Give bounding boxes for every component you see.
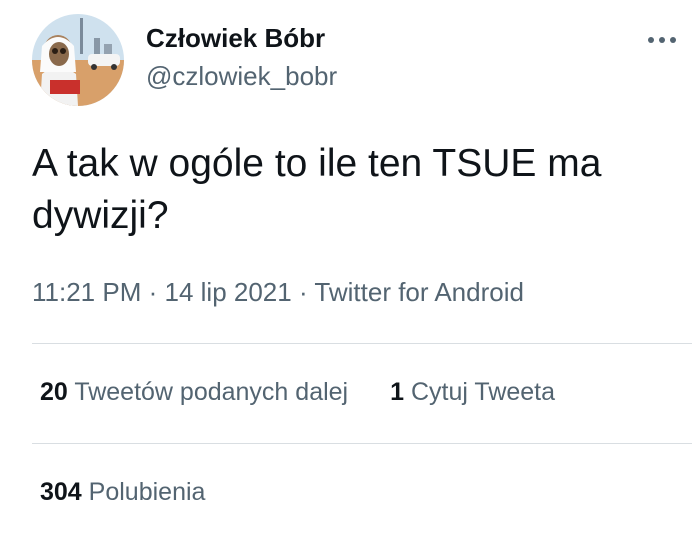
retweets-stat[interactable]: 20 Tweetów podanych dalej xyxy=(40,376,348,408)
retweets-label: Tweetów podanych dalej xyxy=(74,378,349,406)
likes-stat[interactable]: 304 Polubienia xyxy=(40,476,205,508)
divider xyxy=(32,343,692,344)
tweet-text: A tak w ogóle to ile ten TSUE ma dywizji… xyxy=(32,142,602,237)
tweet-source[interactable]: Twitter for Android xyxy=(314,277,524,307)
author-handle[interactable]: @czlowiek_bobr xyxy=(146,60,337,92)
quotes-label: Cytuj Tweeta xyxy=(410,378,556,406)
meta-separator: · xyxy=(148,277,158,307)
more-horizontal-icon xyxy=(648,37,676,43)
quotes-stat[interactable]: 1 Cytuj Tweeta xyxy=(390,376,555,408)
more-options-button[interactable] xyxy=(642,26,682,54)
tweet-time[interactable]: 11:21 PM xyxy=(32,277,141,307)
avatar-image xyxy=(32,14,124,106)
retweets-count: 20 xyxy=(40,378,68,406)
divider xyxy=(32,443,692,444)
stats-row-likes: 304 Polubienia xyxy=(40,476,205,508)
likes-count: 304 xyxy=(40,478,82,506)
tweet-meta: 11:21 PM · 14 lip 2021 · Twitter for And… xyxy=(32,276,524,308)
stats-row-shares: 20 Tweetów podanych dalej 1 Cytuj Tweeta xyxy=(40,376,555,408)
tweet-date[interactable]: 14 lip 2021 xyxy=(165,277,292,307)
quotes-count: 1 xyxy=(390,378,405,406)
author-display-name[interactable]: Człowiek Bóbr xyxy=(146,22,325,54)
avatar[interactable] xyxy=(32,14,124,106)
likes-label: Polubienia xyxy=(88,478,206,506)
meta-separator: · xyxy=(298,277,308,307)
